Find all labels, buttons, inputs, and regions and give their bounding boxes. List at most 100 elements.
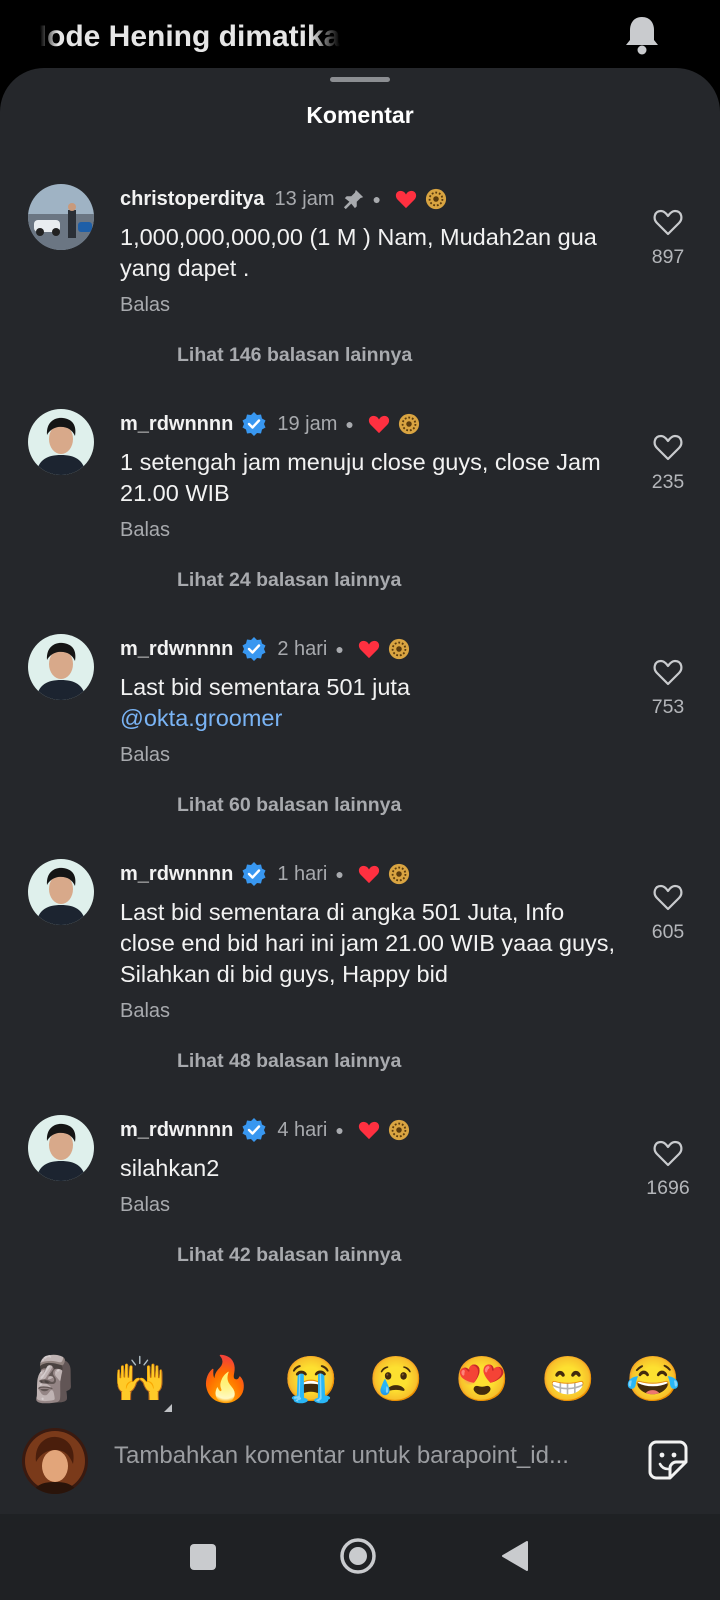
comment-input[interactable]: Tambahkan komentar untuk barapoint_id... xyxy=(114,1442,614,1470)
username[interactable]: m_rdwnnnn xyxy=(120,638,233,661)
avatar-image xyxy=(28,634,94,700)
like-count: 897 xyxy=(651,246,685,268)
view-more-replies[interactable]: Lihat 24 balasan lainnya xyxy=(177,569,401,592)
view-more-replies[interactable]: Lihat 60 balasan lainnya xyxy=(177,794,401,817)
avatar[interactable] xyxy=(28,184,94,250)
creator-avatar-badge-icon xyxy=(388,863,409,885)
creator-avatar-badge-icon xyxy=(425,188,447,210)
comment-text: 1 setengah jam menuju close guys, close … xyxy=(120,447,620,509)
avatar[interactable] xyxy=(28,409,94,475)
mention-link[interactable]: @okta.groomer xyxy=(120,705,282,731)
reply-button[interactable]: Balas xyxy=(120,744,170,767)
verified-badge-icon xyxy=(242,637,266,661)
home-button[interactable] xyxy=(339,1537,377,1575)
like-count: 235 xyxy=(651,471,685,493)
recent-apps-button[interactable] xyxy=(190,1544,216,1570)
separator-dot: ● xyxy=(335,1122,344,1138)
reply-button[interactable]: Balas xyxy=(120,1194,170,1217)
like-control: 897 xyxy=(628,208,708,269)
heart-outline-icon[interactable] xyxy=(653,208,683,236)
like-control: 753 xyxy=(628,658,708,719)
comment-meta: m_rdwnnnn 2 hari ● xyxy=(120,634,410,664)
current-user-avatar xyxy=(22,1428,88,1494)
avatar-image xyxy=(28,859,94,925)
separator-dot: ● xyxy=(372,191,381,207)
verified-badge-icon xyxy=(242,1118,266,1142)
reply-button[interactable]: Balas xyxy=(120,519,170,542)
bell-icon[interactable] xyxy=(622,14,662,56)
username[interactable]: m_rdwnnnn xyxy=(120,413,233,436)
comment-meta: m_rdwnnnn 19 jam ● xyxy=(120,409,420,439)
comment-meta: christoperditya 13 jam ● xyxy=(120,184,447,214)
back-button[interactable] xyxy=(500,1539,530,1573)
avatar[interactable] xyxy=(28,1115,94,1181)
comment-text: Last bid sementara di angka 501 Juta, In… xyxy=(120,897,620,990)
avatar[interactable] xyxy=(28,634,94,700)
comment-composer: Tambahkan komentar untuk barapoint_id... xyxy=(0,1422,720,1512)
heart-outline-icon[interactable] xyxy=(653,433,683,461)
timestamp: 4 hari xyxy=(277,1118,328,1141)
separator-dot: ● xyxy=(335,866,344,882)
emoji-crying-button[interactable]: 😢 xyxy=(368,1352,424,1408)
heart-outline-icon[interactable] xyxy=(653,1139,683,1167)
heart-outline-icon[interactable] xyxy=(653,883,683,911)
emoji-heart-eyes-button[interactable]: 😍 xyxy=(454,1352,510,1408)
avatar-image xyxy=(28,184,94,250)
view-more-replies[interactable]: Lihat 48 balasan lainnya xyxy=(177,1050,401,1073)
comment-text: Last bid sementara 501 juta @okta.groome… xyxy=(120,672,620,734)
username[interactable]: christoperditya xyxy=(120,188,264,211)
emoji-grinning-button[interactable]: 😁 xyxy=(540,1352,596,1408)
quick-emoji-bar: 🗿 🙌 🔥 😭 😢 😍 😁 😂 xyxy=(0,1352,720,1408)
like-count: 753 xyxy=(651,696,685,718)
comment-body: Last bid sementara 501 juta xyxy=(120,674,411,700)
emoji-raising-hands-button[interactable]: 🙌 xyxy=(112,1352,168,1408)
creator-avatar-badge-icon xyxy=(388,638,409,660)
view-more-replies[interactable]: Lihat 146 balasan lainnya xyxy=(177,344,412,367)
sheet-title: Komentar xyxy=(306,102,414,128)
current-user-avatar-image xyxy=(22,1428,88,1494)
creator-liked-heart-icon xyxy=(368,415,389,434)
comments-sheet: Komentar christoperditya 13 jam ● 1,000,… xyxy=(0,68,720,1514)
separator-dot: ● xyxy=(345,416,354,432)
system-navigation-bar xyxy=(0,1514,720,1600)
username[interactable]: m_rdwnnnn xyxy=(120,863,233,886)
emoji-tears-of-joy-button[interactable]: 😂 xyxy=(625,1352,681,1408)
verified-badge-icon xyxy=(242,412,266,436)
avatar[interactable] xyxy=(28,859,94,925)
reply-button[interactable]: Balas xyxy=(120,1000,170,1023)
comment-body: Last bid sementara di angka 501 Juta, In… xyxy=(120,899,616,987)
comment-meta: m_rdwnnnn 4 hari ● xyxy=(120,1115,410,1145)
creator-liked-heart-icon xyxy=(358,640,379,659)
pin-icon xyxy=(343,189,363,210)
view-more-replies[interactable]: Lihat 42 balasan lainnya xyxy=(177,1244,401,1267)
reply-button[interactable]: Balas xyxy=(120,294,170,317)
creator-avatar-badge-icon xyxy=(388,1119,409,1141)
like-count: 605 xyxy=(651,921,685,943)
avatar-image xyxy=(28,409,94,475)
timestamp: 19 jam xyxy=(277,412,338,435)
like-count: 1696 xyxy=(646,1177,690,1199)
timestamp: 2 hari xyxy=(277,637,328,660)
sticker-icon[interactable] xyxy=(646,1438,690,1482)
comment-text: silahkan2 xyxy=(120,1153,620,1184)
comment-body: silahkan2 xyxy=(120,1155,220,1181)
creator-liked-heart-icon xyxy=(358,1121,379,1140)
like-control: 605 xyxy=(628,883,708,944)
like-control: 1696 xyxy=(628,1139,708,1200)
drag-handle[interactable] xyxy=(330,77,390,82)
timestamp: 13 jam xyxy=(274,187,335,210)
notification-ticker: Mode Hening dimatikan xyxy=(40,16,340,58)
comment-meta: m_rdwnnnn 1 hari ● xyxy=(120,859,410,889)
emoji-variant-indicator xyxy=(164,1404,172,1412)
creator-avatar-badge-icon xyxy=(398,413,419,435)
status-bar: Mode Hening dimatikan xyxy=(0,0,720,72)
emoji-fire-button[interactable]: 🔥 xyxy=(197,1352,253,1408)
heart-outline-icon[interactable] xyxy=(653,658,683,686)
avatar-image xyxy=(28,1115,94,1181)
emoji-loudly-crying-button[interactable]: 😭 xyxy=(283,1352,339,1408)
creator-liked-heart-icon xyxy=(395,190,417,209)
verified-badge-icon xyxy=(242,862,266,886)
username[interactable]: m_rdwnnnn xyxy=(120,1119,233,1142)
timestamp: 1 hari xyxy=(277,862,328,885)
emoji-moai-button[interactable]: 🗿 xyxy=(26,1352,82,1408)
